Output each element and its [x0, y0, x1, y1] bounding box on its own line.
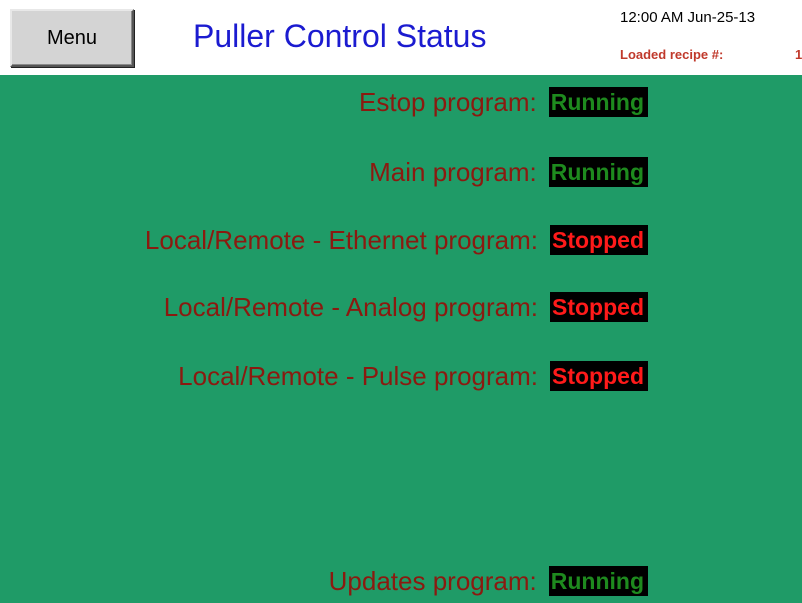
menu-button[interactable]: Menu: [10, 9, 134, 67]
status-badge: Running: [548, 566, 648, 596]
status-badge: Stopped: [550, 361, 648, 391]
status-row-main: Main program: Running: [369, 155, 648, 189]
loaded-recipe-value: 1: [795, 47, 802, 62]
program-label: Estop program:: [359, 86, 537, 117]
status-row-analog: Local/Remote - Analog program: Stopped: [164, 290, 648, 324]
program-label: Local/Remote - Ethernet program:: [144, 224, 538, 255]
program-label: Local/Remote - Pulse program:: [178, 360, 538, 391]
status-badge: Stopped: [550, 225, 648, 255]
page-title: Puller Control Status: [193, 18, 487, 54]
status-row-estop: Estop program: Running: [359, 85, 648, 119]
header-bar: Menu Puller Control Status 12:00 AM Jun-…: [0, 0, 802, 75]
status-row-updates: Updates program: Running: [329, 564, 648, 598]
status-panel: Estop program: Running Main program: Run…: [0, 75, 802, 603]
status-badge: Stopped: [550, 292, 648, 322]
status-badge: Running: [548, 157, 648, 187]
status-badge: Running: [548, 87, 648, 117]
program-label: Local/Remote - Analog program:: [163, 291, 538, 322]
status-row-pulse: Local/Remote - Pulse program: Stopped: [178, 359, 648, 393]
clock-display: 12:00 AM Jun-25-13: [620, 9, 756, 26]
program-label: Main program:: [369, 156, 537, 187]
program-label: Updates program:: [328, 565, 537, 596]
status-row-ethernet: Local/Remote - Ethernet program: Stopped: [145, 223, 648, 257]
loaded-recipe-label: Loaded recipe #:: [620, 47, 724, 62]
puller-control-status-screen: Menu Puller Control Status 12:00 AM Jun-…: [0, 0, 802, 603]
